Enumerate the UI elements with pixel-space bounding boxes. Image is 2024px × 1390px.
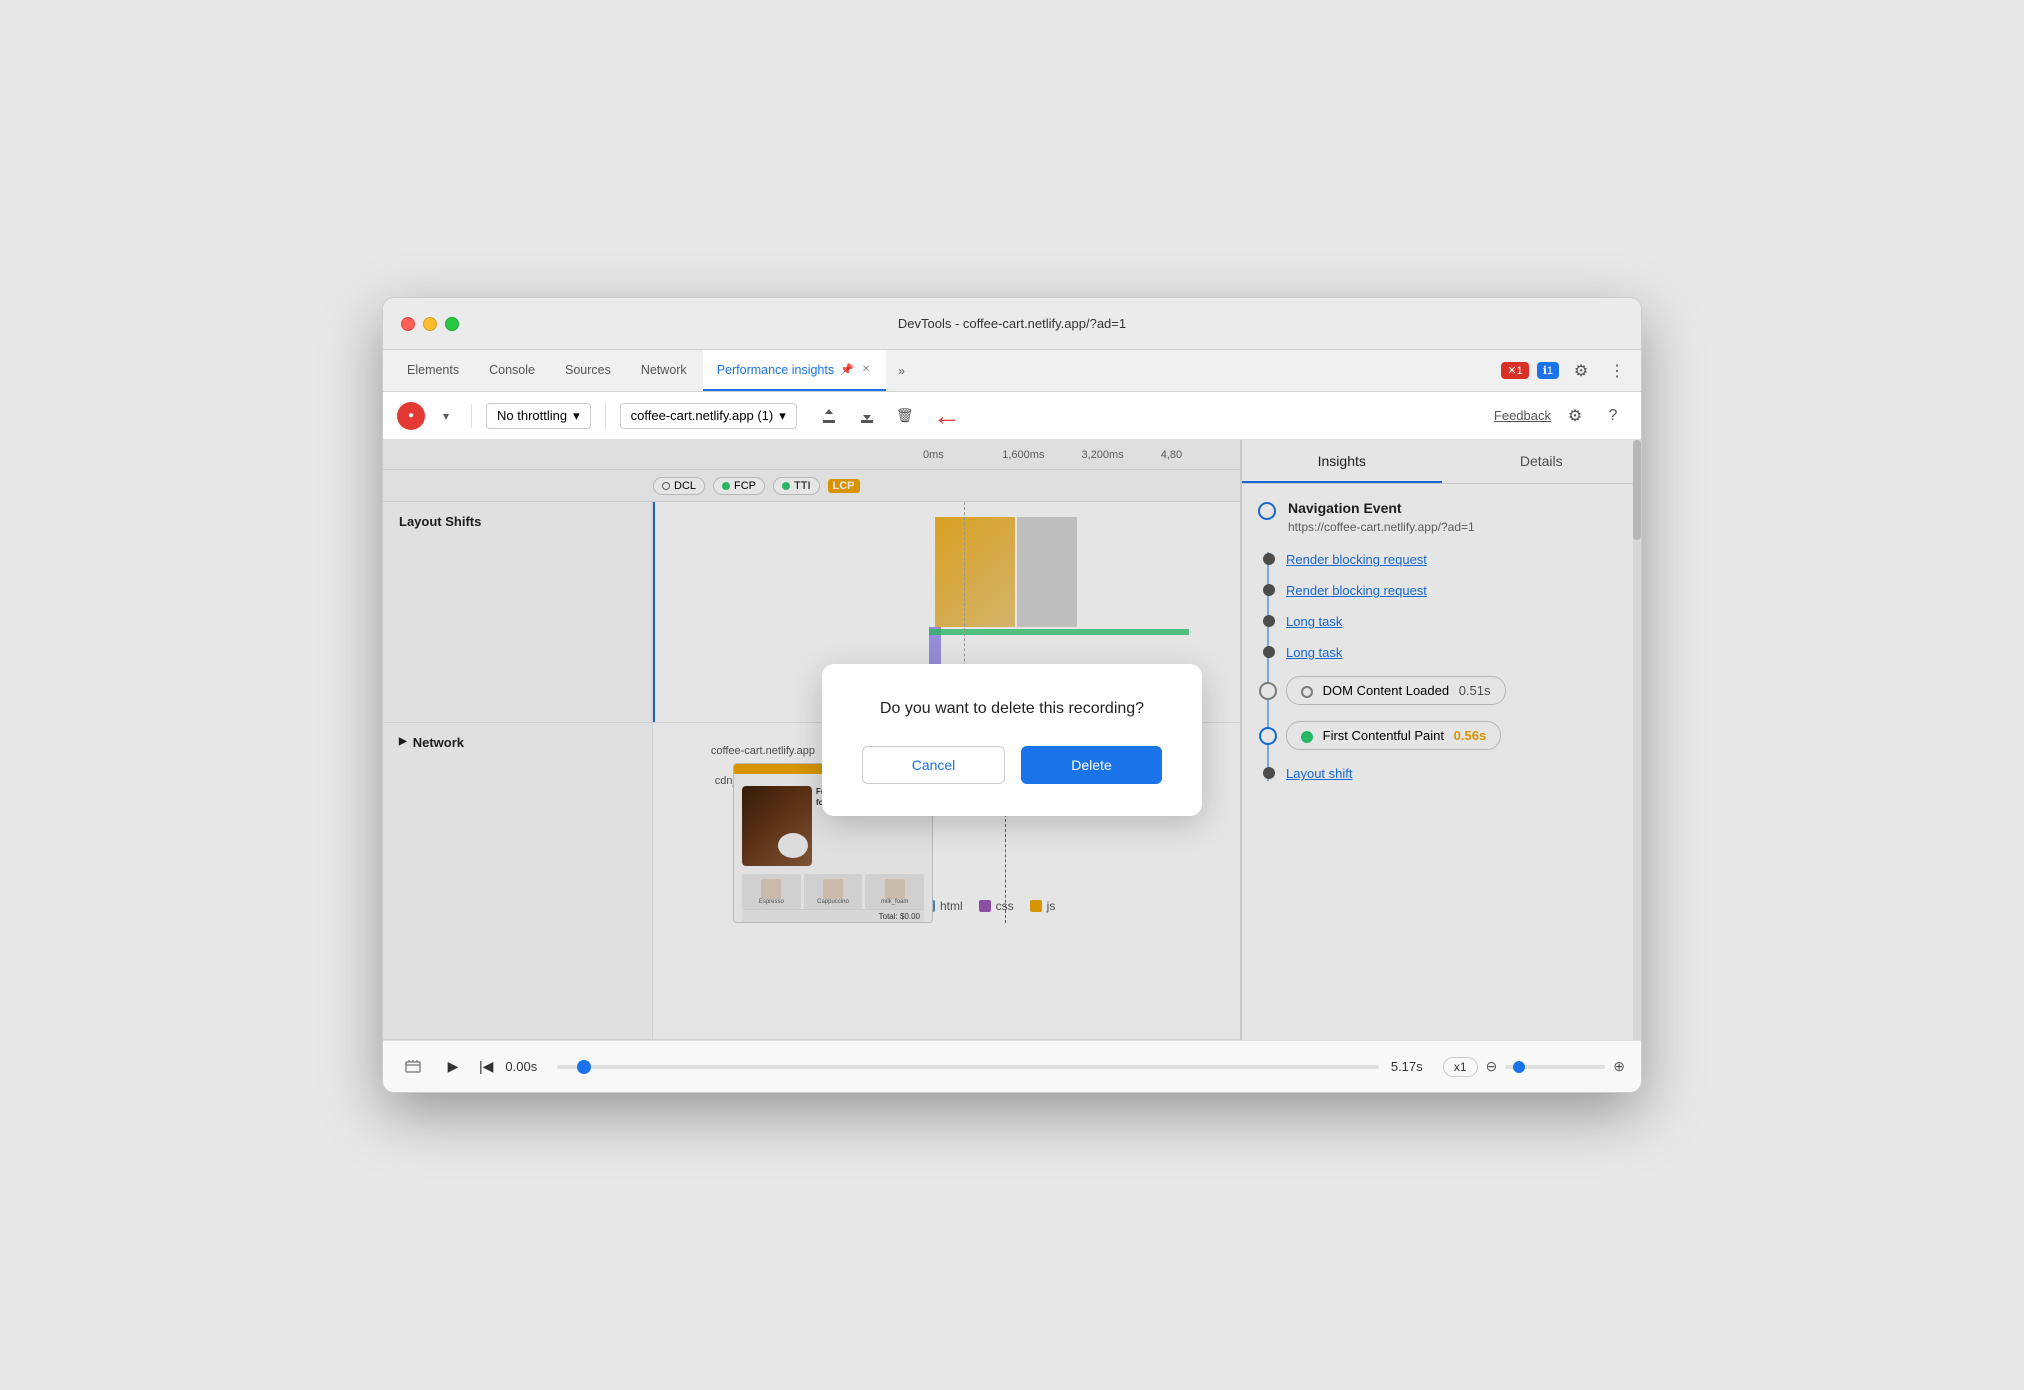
error-count: 1 (1517, 365, 1523, 377)
screenshot-icon[interactable] (399, 1053, 427, 1081)
scrubber[interactable] (557, 1065, 1378, 1069)
throttle-label: No throttling (497, 408, 567, 423)
toolbar-help-icon[interactable]: ? (1599, 402, 1627, 430)
dialog-message: Do you want to delete this recording? (862, 700, 1162, 718)
delete-button[interactable]: Delete (1021, 746, 1162, 784)
record-chevron[interactable]: ▾ (435, 405, 457, 427)
window-title: DevTools - coffee-cart.netlify.app/?ad=1 (898, 316, 1126, 331)
tab-close-icon[interactable]: ✕ (860, 362, 872, 377)
cancel-button[interactable]: Cancel (862, 746, 1005, 784)
zoom-slider[interactable] (1505, 1065, 1605, 1069)
record-icon: ● (408, 410, 414, 421)
settings-icon[interactable]: ⚙ (1567, 357, 1595, 385)
delete-recording-icon[interactable]: 🗑 (891, 402, 919, 430)
tab-elements[interactable]: Elements (393, 350, 473, 391)
tab-more[interactable]: » (888, 350, 915, 391)
feedback-link[interactable]: Feedback (1494, 408, 1551, 423)
red-arrow-icon: ← (933, 400, 961, 431)
tab-console[interactable]: Console (475, 350, 549, 391)
dialog-buttons: Cancel Delete (862, 746, 1162, 784)
dialog-overlay: Do you want to delete this recording? Ca… (383, 440, 1641, 1040)
close-button[interactable] (401, 317, 415, 331)
more-options-icon[interactable]: ⋮ (1603, 357, 1631, 385)
record-button[interactable]: ● (397, 402, 425, 430)
time-start-label: 0.00s (505, 1059, 545, 1074)
skip-to-start-button[interactable]: |◀ (479, 1058, 493, 1075)
zoom-out-icon[interactable]: ⊖ (1486, 1058, 1498, 1075)
zoom-level-label: x1 (1443, 1057, 1478, 1077)
tab-pin-icon: 📌 (840, 363, 854, 376)
toolbar-right: Feedback ⚙ ? (1494, 402, 1627, 430)
url-chevron-icon: ▾ (779, 408, 786, 424)
tab-bar: Elements Console Sources Network Perform… (383, 350, 1641, 392)
main-content: 0ms 1,600ms 3,200ms 4,80 DCL FCP (383, 440, 1641, 1040)
titlebar: DevTools - coffee-cart.netlify.app/?ad=1 (383, 298, 1641, 350)
tab-console-label: Console (489, 363, 535, 377)
tabbar-right: ✕ 1 ℹ 1 ⚙ ⋮ (1501, 350, 1631, 391)
error-icon: ✕ (1507, 364, 1516, 377)
export-icon[interactable] (815, 402, 843, 430)
play-button[interactable]: ▶ (439, 1053, 467, 1081)
error-badge[interactable]: ✕ 1 (1501, 362, 1528, 379)
tab-sources-label: Sources (565, 363, 611, 377)
tab-network[interactable]: Network (627, 350, 701, 391)
minimize-button[interactable] (423, 317, 437, 331)
dialog: Do you want to delete this recording? Ca… (822, 664, 1202, 816)
import-icon[interactable] (853, 402, 881, 430)
url-label: coffee-cart.netlify.app (1) (631, 408, 774, 423)
arrow-indicator: ← (929, 402, 961, 430)
tab-sources[interactable]: Sources (551, 350, 625, 391)
tab-elements-label: Elements (407, 363, 459, 377)
window-controls (401, 317, 459, 331)
separator-1 (471, 404, 472, 428)
scrubber-thumb[interactable] (577, 1060, 591, 1074)
separator-2 (605, 404, 606, 428)
bottom-bar: ▶ |◀ 0.00s 5.17s x1 ⊖ ⊕ (383, 1040, 1641, 1092)
url-dropdown[interactable]: coffee-cart.netlify.app (1) ▾ (620, 403, 797, 429)
info-badge[interactable]: ℹ 1 (1537, 362, 1559, 379)
throttle-chevron-icon: ▾ (573, 408, 580, 424)
info-count: 1 (1547, 365, 1553, 377)
tab-performance-insights[interactable]: Performance insights 📌 ✕ (703, 350, 887, 391)
throttle-dropdown[interactable]: No throttling ▾ (486, 403, 591, 429)
zoom-in-icon[interactable]: ⊕ (1613, 1058, 1625, 1075)
toolbar-settings-icon[interactable]: ⚙ (1561, 402, 1589, 430)
time-end-label: 5.17s (1391, 1059, 1431, 1074)
zoom-thumb[interactable] (1513, 1061, 1525, 1073)
maximize-button[interactable] (445, 317, 459, 331)
toolbar: ● ▾ No throttling ▾ coffee-cart.netlify.… (383, 392, 1641, 440)
zoom-control: x1 ⊖ ⊕ (1443, 1057, 1625, 1077)
tab-perf-label: Performance insights (717, 363, 834, 377)
devtools-window: DevTools - coffee-cart.netlify.app/?ad=1… (382, 297, 1642, 1093)
tab-network-label: Network (641, 363, 687, 377)
